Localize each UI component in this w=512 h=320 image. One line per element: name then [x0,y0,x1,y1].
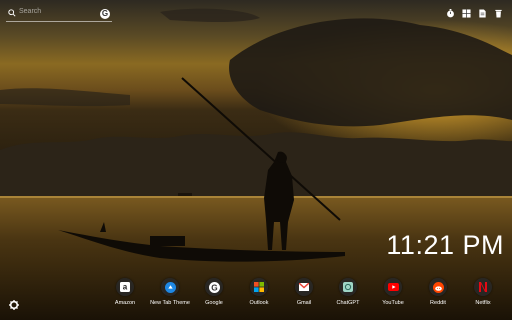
background-wallpaper [0,0,512,320]
search-input[interactable]: Search [19,8,41,15]
app-label: Outlook [249,300,269,306]
search-bar[interactable]: Search G [6,7,112,22]
netflix-icon [474,278,492,296]
app-amazon[interactable]: a Amazon [100,278,150,314]
app-label: Netflix [475,300,491,306]
app-label: Amazon [114,300,136,306]
app-youtube[interactable]: YouTube [368,278,418,314]
newtab-icon [161,278,179,296]
gear-icon[interactable] [9,300,19,310]
app-label: New Tab Theme [150,300,190,306]
google-icon[interactable]: G [100,9,110,19]
reddit-icon [429,278,447,296]
app-chatgpt[interactable]: ChatGPT [323,278,373,314]
google-icon: G [205,278,223,296]
timer-icon[interactable] [446,9,455,18]
note-icon[interactable] [478,9,487,18]
chatgpt-icon [339,278,357,296]
app-reddit[interactable]: Reddit [413,278,463,314]
amazon-icon: a [116,278,134,296]
app-label: YouTube [382,300,404,306]
clock: 11:21 PM [386,230,504,260]
app-label: ChatGPT [336,300,360,306]
gmail-icon [295,278,313,296]
search-icon [8,9,16,17]
app-label: Google [205,300,223,306]
app-label: Gmail [296,300,312,306]
svg-text:a: a [123,283,128,292]
app-dock: a Amazon New Tab Theme G Google Outlook … [108,278,506,314]
youtube-icon [384,278,402,296]
microsoft-icon [250,278,268,296]
app-netflix[interactable]: Netflix [458,278,508,314]
grid-icon[interactable] [462,9,471,18]
top-toolbar [446,9,503,18]
svg-text:G: G [211,283,217,292]
trash-icon[interactable] [494,9,503,18]
app-outlook[interactable]: Outlook [234,278,284,314]
app-new-tab-theme[interactable]: New Tab Theme [145,278,195,314]
app-google[interactable]: G Google [189,278,239,314]
app-gmail[interactable]: Gmail [279,278,329,314]
app-label: Reddit [430,300,446,306]
